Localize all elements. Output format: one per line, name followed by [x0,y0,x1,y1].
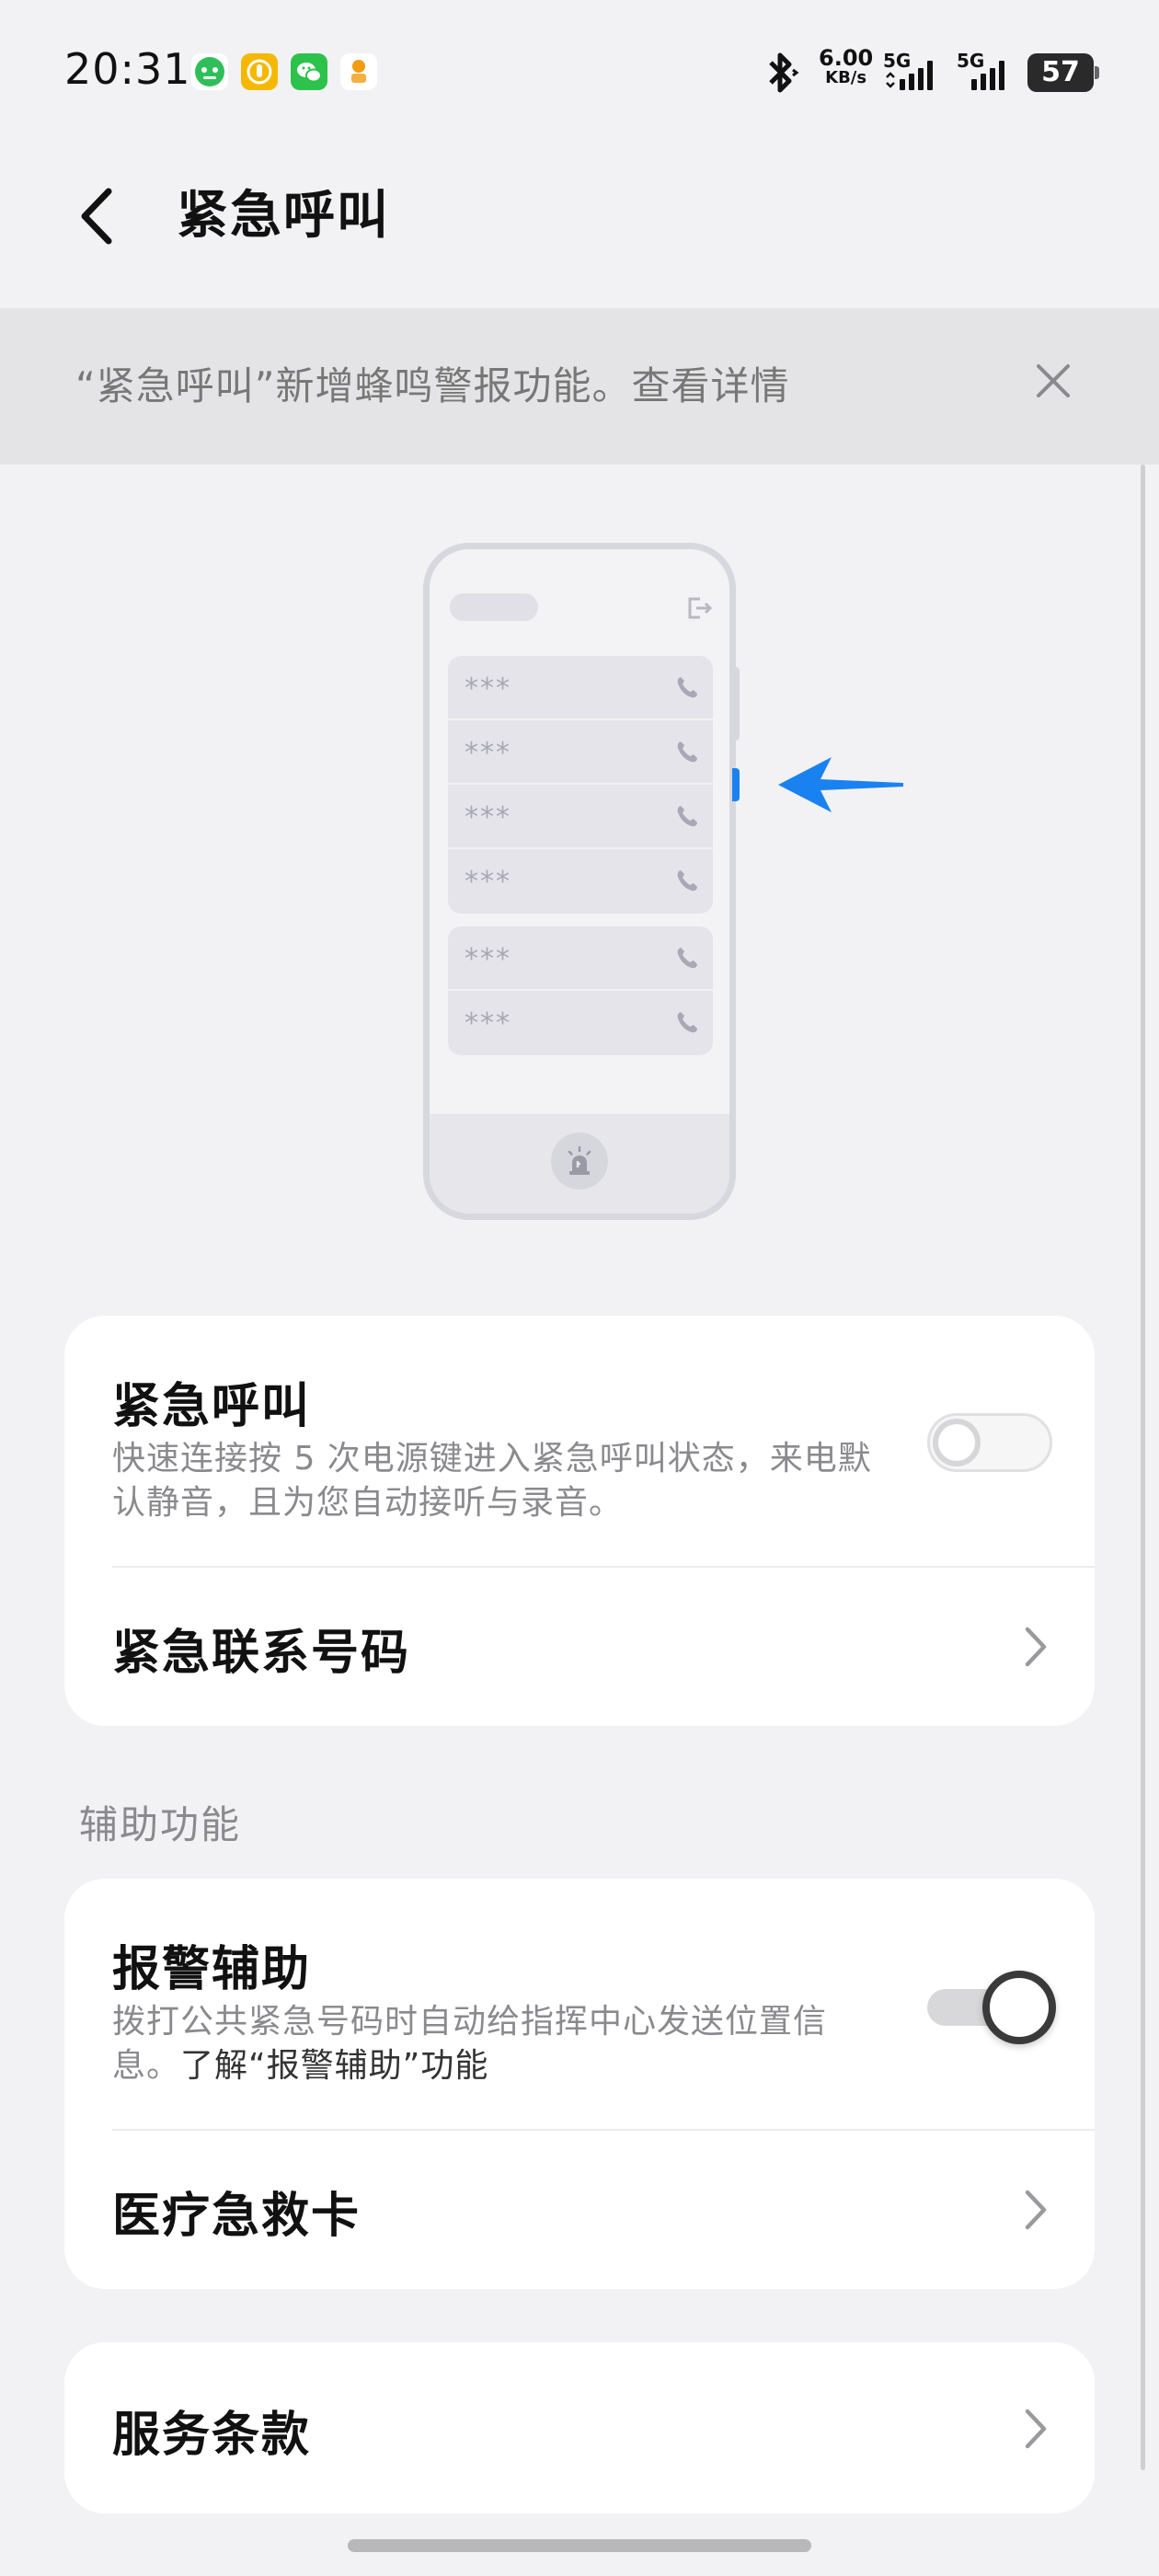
phone-illustration: *** *** *** *** *** *** [423,543,736,1220]
toggle-knob [933,1419,981,1466]
assist-settings-card: 报警辅助 拨打公共紧急号码时自动给指挥中心发送位置信息。了解“报警辅助”功能 医… [64,1879,1095,2289]
home-indicator[interactable] [348,2539,811,2552]
feature-banner[interactable]: “紧急呼叫”新增蜂鸣警报功能。查看详情 [0,308,1159,465]
section-label-assist: 辅助功能 [79,1802,242,1847]
wechat-icon [291,53,327,90]
phone-bottom-bar [430,1114,729,1213]
phone-icon [674,868,700,897]
status-time: 20:31 [64,44,191,94]
police-assist-row[interactable]: 报警辅助 拨打公共紧急号码时自动给指挥中心发送位置信息。了解“报警辅助”功能 [64,1879,1095,2129]
masked-contact: *** [465,943,511,975]
network-speed-value: 6.00 [819,45,874,71]
terms-row[interactable]: 服务条款 [64,2342,1095,2513]
contact-row: *** [448,849,713,914]
emergency-call-toggle[interactable] [927,1413,1052,1472]
contact-row: *** [448,656,713,720]
volume-key [732,667,740,741]
app-notification-icon [191,53,228,90]
terms-card: 服务条款 [64,2342,1095,2513]
emergency-contacts-row[interactable]: 紧急联系号码 [64,1568,1095,1726]
status-bar: 20:31 6.00 KB/s 5G 5G 57 [0,0,1159,147]
contact-group-bottom: *** *** [448,926,713,1055]
battery-indicator: 57 [1027,53,1099,92]
phone-title-placeholder [450,593,538,621]
terms-title: 服务条款 [112,2408,312,2463]
phone-icon [674,739,700,768]
hand-app-icon [241,53,278,90]
contact-row: *** [448,926,713,991]
emergency-contacts-title: 紧急联系号码 [112,1626,411,1681]
emergency-call-desc: 快速连接按 5 次电源键进入紧急呼叫状态，来电默认静音，且为您自动接听与录音。 [112,1440,872,1522]
network-speed-unit: KB/s [825,68,867,87]
toggle-knob [982,1971,1056,2044]
emergency-illustration: *** *** *** *** *** *** [423,543,938,1224]
close-icon [1037,364,1070,397]
contact-group-top: *** *** *** *** [448,656,713,914]
masked-contact: *** [465,1007,511,1040]
emergency-call-title: 紧急呼叫 [112,1379,312,1434]
police-assist-learn-more-link[interactable]: 了解“报警辅助”功能 [180,2047,488,2085]
banner-text[interactable]: “紧急呼叫”新增蜂鸣警报功能。查看详情 [75,362,790,411]
power-key [732,768,740,801]
back-arrow-icon [81,188,112,245]
phone-icon [674,674,700,704]
police-assist-desc: 拨打公共紧急号码时自动给指挥中心发送位置信息。了解“报警辅助”功能 [112,2000,894,2088]
signal-icon-sim1: 5G [883,50,957,94]
phone-icon [674,803,700,833]
contact-row: *** [448,785,713,849]
emergency-call-row[interactable]: 紧急呼叫 快速连接按 5 次电源键进入紧急呼叫状态，来电默认静音，且为您自动接听… [64,1316,1095,1566]
page-title: 紧急呼叫 [177,186,390,246]
scrollbar[interactable] [1141,465,1145,2470]
chevron-right-icon [1017,1619,1054,1674]
bluetooth-icon [760,50,802,99]
chevron-right-icon [1017,2401,1054,2456]
back-button[interactable] [64,184,129,248]
phone-icon [674,1009,700,1039]
banner-close-button[interactable] [1028,356,1078,406]
exit-icon [685,595,713,625]
medical-card-title: 医疗急救卡 [112,2189,361,2244]
chevron-right-icon [1017,2182,1054,2237]
network-speed: 6.00 KB/s [819,45,874,88]
contact-row: *** [448,720,713,785]
phone-icon [674,945,700,974]
signal-icon-sim2: 5G [955,50,1028,94]
masked-contact: *** [465,673,511,705]
alarm-icon [551,1133,608,1190]
masked-contact: *** [465,737,511,769]
contact-row: *** [448,991,713,1055]
orange-app-icon [340,53,377,90]
police-assist-title: 报警辅助 [112,1942,312,1997]
police-assist-toggle[interactable] [927,1971,1056,2044]
header: 紧急呼叫 [0,156,1159,276]
arrow-icon [773,753,909,821]
medical-card-row[interactable]: 医疗急救卡 [64,2131,1095,2289]
masked-contact: *** [465,801,511,834]
masked-contact: *** [465,866,511,898]
emergency-settings-card: 紧急呼叫 快速连接按 5 次电源键进入紧急呼叫状态，来电默认静音，且为您自动接听… [64,1316,1095,1726]
